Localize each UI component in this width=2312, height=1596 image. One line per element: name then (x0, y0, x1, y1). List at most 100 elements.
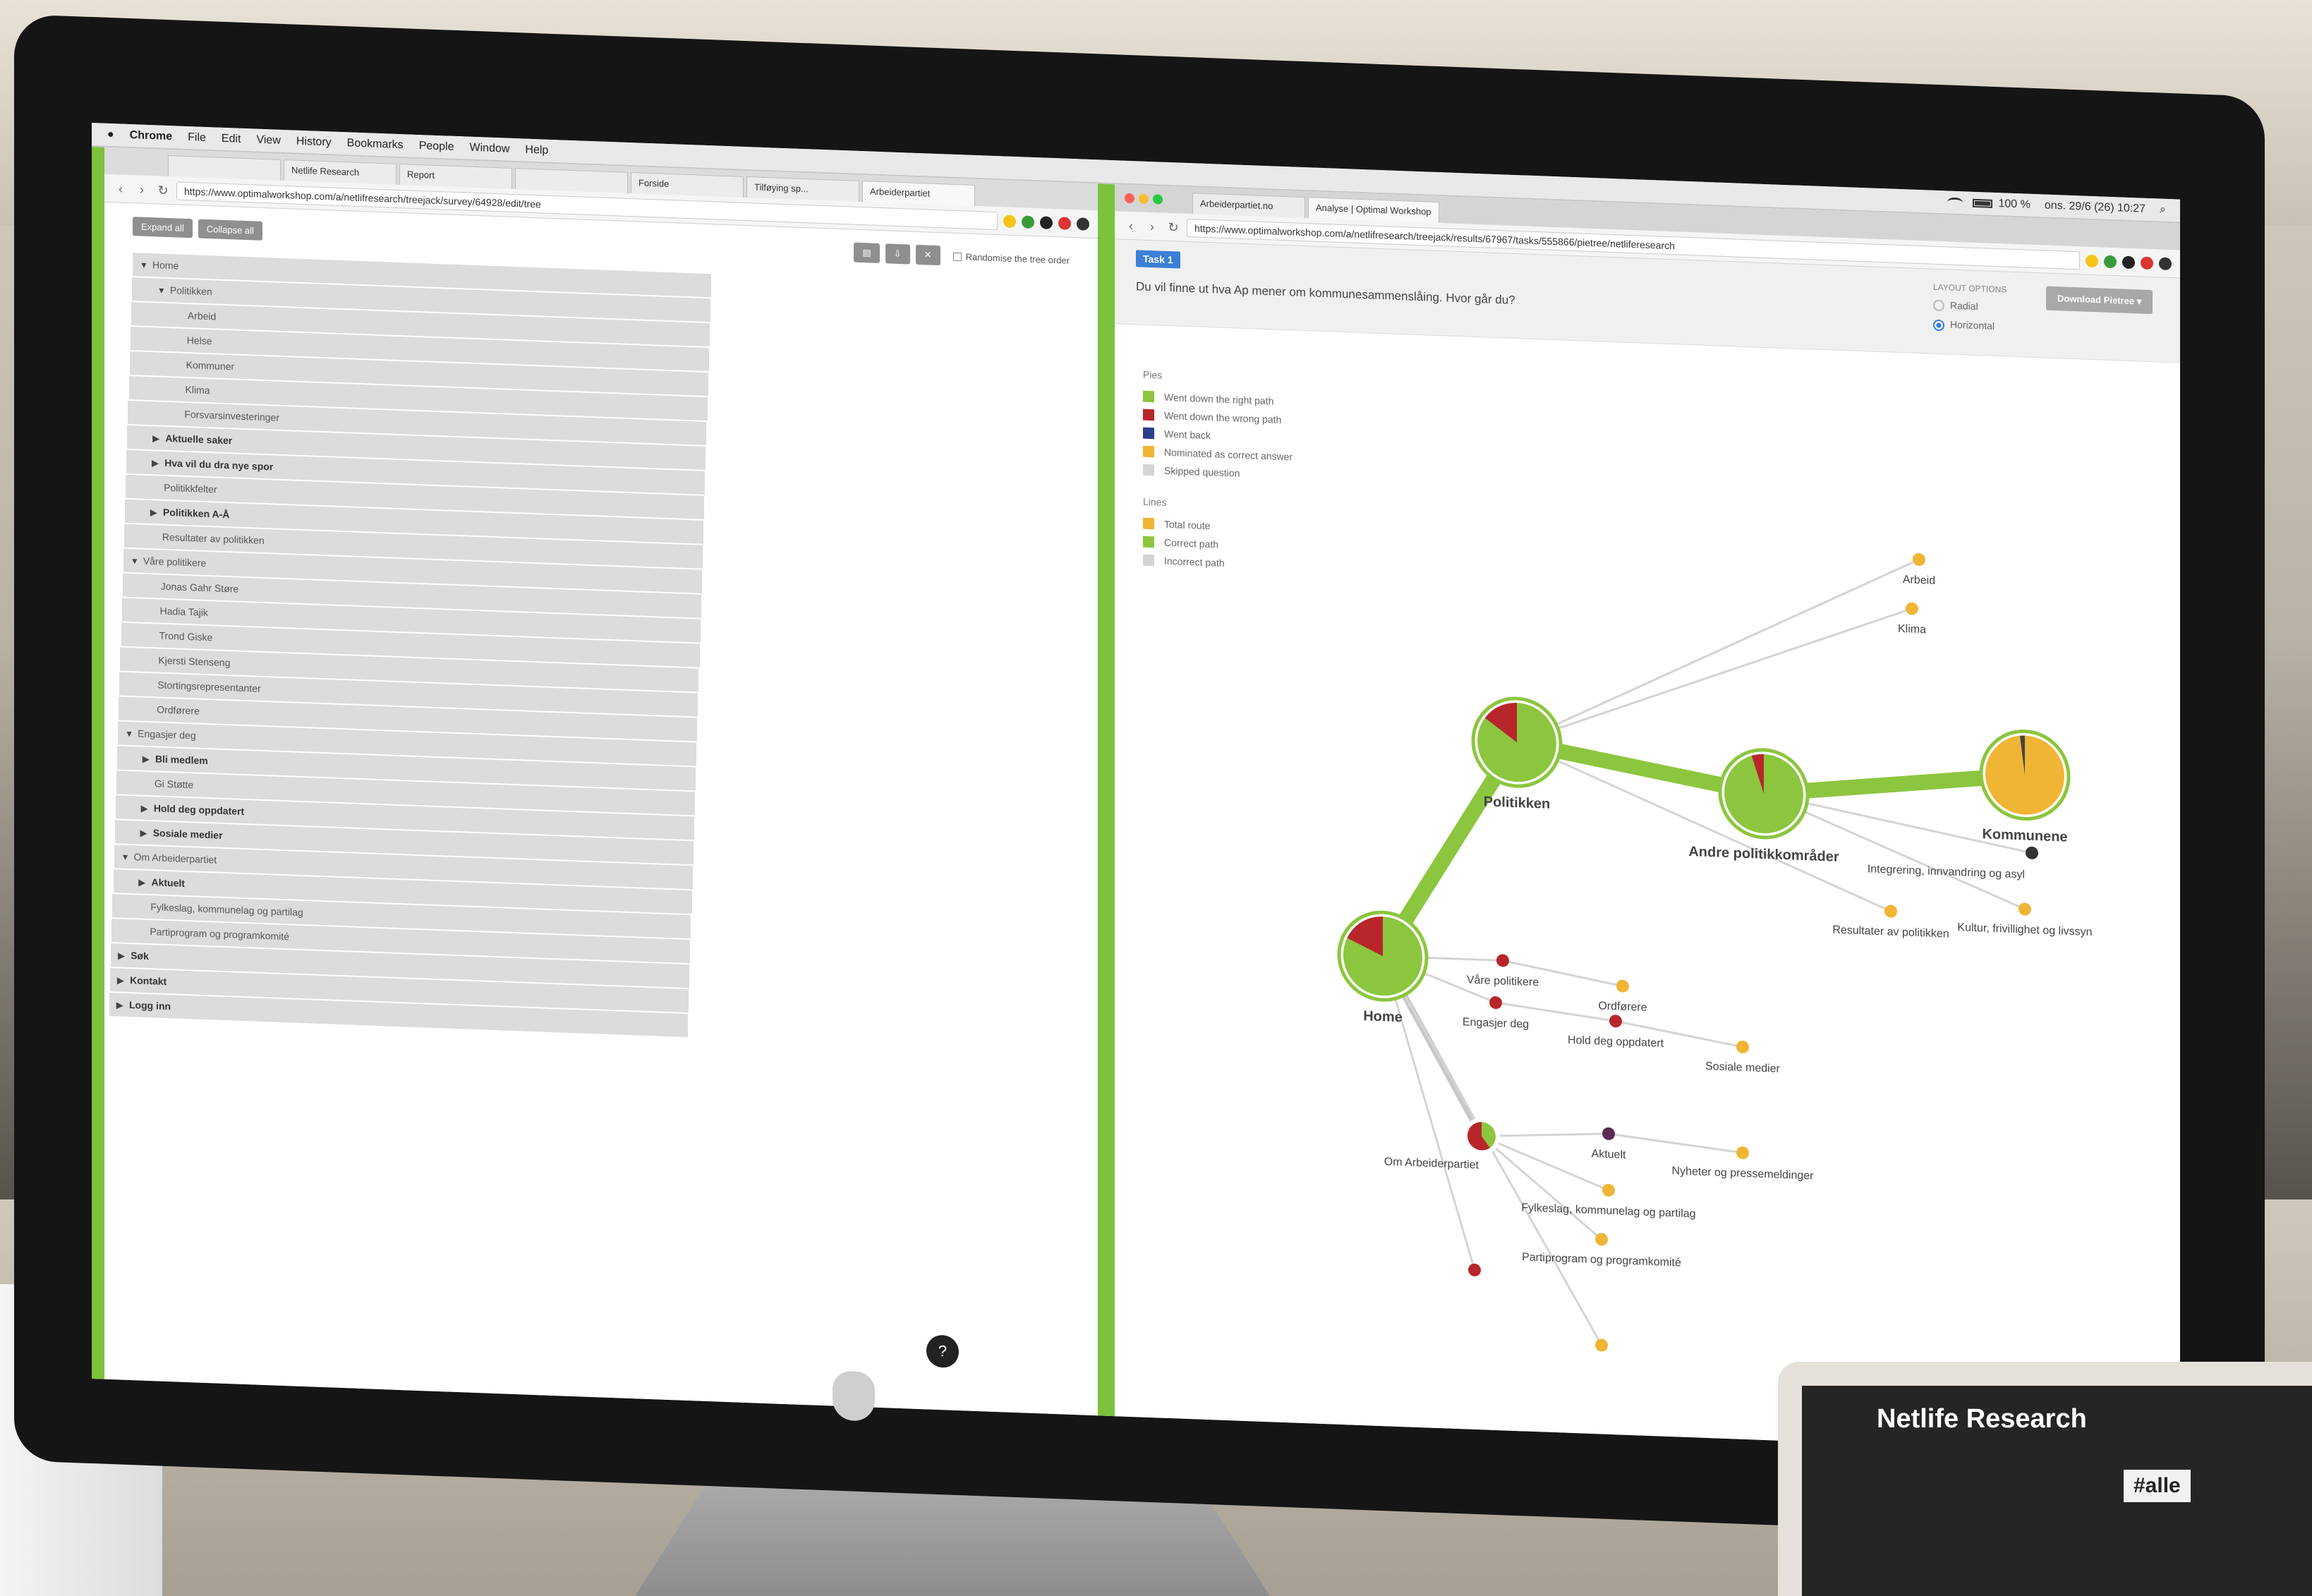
pietree-node-label: Hold deg oppdatert (1568, 1034, 1664, 1050)
browser-tab[interactable] (515, 168, 628, 193)
pietree-dot[interactable] (1468, 1263, 1481, 1277)
pietree-dot[interactable] (1489, 996, 1502, 1010)
pietree-dot[interactable] (1906, 602, 1918, 615)
tree-node-label: Sosiale medier (152, 827, 223, 841)
pietree-dot[interactable] (2026, 846, 2038, 860)
os-menu-item[interactable]: Bookmarks (347, 137, 404, 151)
caret-right-icon[interactable]: ▶ (150, 501, 163, 525)
pietree-dot[interactable] (1602, 1183, 1615, 1197)
os-menu-item[interactable]: Window (470, 142, 510, 155)
browser-tab[interactable]: Report (399, 164, 512, 189)
browser-tab[interactable]: Netlife Research (284, 159, 397, 185)
tree-node-label: Stortingsrepresentanter (157, 679, 261, 694)
tree-node-label: Arbeid (187, 310, 217, 322)
browser-tab[interactable]: Forside (631, 172, 744, 198)
wifi-icon[interactable] (1947, 197, 1963, 208)
tree-node-label: Om Arbeiderpartiet (133, 851, 217, 866)
browser-tab[interactable]: Arbeiderpartiet (862, 181, 975, 206)
caret-right-icon[interactable]: ▶ (118, 944, 131, 968)
pietree-dot[interactable] (1609, 1015, 1622, 1028)
pietree-node-label: Andre politikkområder (1688, 843, 1839, 865)
os-menu-item[interactable]: View (256, 134, 280, 147)
os-menu-item[interactable]: People (419, 140, 454, 153)
search-icon[interactable]: ⌕ (2160, 204, 2166, 217)
pietree-dot[interactable] (1913, 552, 1925, 567)
help-chat-icon[interactable]: ? (926, 1334, 959, 1369)
extension-icon[interactable] (1022, 214, 1034, 229)
back-icon[interactable]: ‹ (113, 181, 128, 197)
reload-icon[interactable]: ↻ (155, 182, 171, 198)
pietree-node-label: Home (1363, 1008, 1403, 1025)
tree-action-button[interactable]: ▤ (854, 242, 880, 263)
left-browser-window: Netlife Research Report Forside Tilføying s… (92, 147, 1115, 1417)
caret-right-icon[interactable]: ▶ (143, 748, 155, 772)
pietree-node-label: Partiprogram og programkomité (1522, 1251, 1681, 1269)
pietree-dot[interactable] (1736, 1146, 1749, 1160)
pietree-edge (1480, 1135, 1603, 1241)
tree-node-label: Engasjer deg (138, 727, 196, 742)
pietree-dot[interactable] (1884, 905, 1897, 918)
star-icon[interactable] (1003, 214, 1016, 228)
caret-right-icon[interactable]: ▶ (116, 993, 129, 1017)
pietree-dot[interactable] (1496, 954, 1509, 967)
apple-menu-icon[interactable]: ● (107, 128, 114, 141)
pietree-node-label: Arbeid (1903, 574, 1935, 587)
caret-right-icon[interactable]: ▶ (117, 969, 130, 993)
collapse-all-button[interactable]: Collapse all (198, 219, 262, 241)
caret-down-icon[interactable]: ▼ (131, 550, 143, 574)
browser-tab[interactable]: Tilføying sp... (746, 176, 859, 202)
caret-right-icon[interactable]: ▶ (152, 427, 165, 451)
extension-icon[interactable] (1058, 216, 1071, 230)
caret-down-icon[interactable]: ▼ (140, 254, 152, 278)
menu-icon[interactable] (1077, 217, 1089, 231)
tree-node-label: Gi Støtte (154, 778, 194, 791)
os-menu-item[interactable]: History (296, 135, 332, 149)
tree-action-button[interactable]: ✕ (915, 244, 940, 266)
tree-node-label: Bli medlem (155, 753, 208, 767)
randomise-checkbox[interactable]: Randomise the tree order (952, 250, 1070, 265)
extension-icon[interactable] (1040, 215, 1053, 229)
pietree-dot[interactable] (1595, 1233, 1608, 1246)
caret-down-icon[interactable]: ▼ (121, 846, 134, 870)
tree-node-label: Hold deg oppdatert (153, 802, 245, 817)
laptop-channel[interactable]: #alle (2124, 1470, 2191, 1502)
expand-all-button[interactable]: Expand all (133, 216, 193, 238)
pietree-dot[interactable] (1595, 1338, 1608, 1352)
laptop-app-title: Netlife Research (1877, 1404, 2087, 1434)
pietree-edge (1607, 1132, 1744, 1154)
browser-tab[interactable] (168, 155, 281, 181)
tree-node-label: Resultater av politikken (162, 531, 265, 547)
tree-editor: ▼ Home ▼ Politikken Arbeid Helse Kommuner Klima… (104, 248, 1098, 1053)
os-menu-item[interactable]: Edit (222, 133, 241, 145)
pietree-edge (1381, 955, 1476, 1271)
pietree-dot[interactable] (2019, 902, 2031, 916)
caret-right-icon[interactable]: ▶ (141, 797, 154, 821)
tree-action-button[interactable]: ⇩ (885, 243, 910, 265)
pietree-edge (1480, 1135, 1610, 1192)
caret-down-icon[interactable]: ▼ (157, 279, 170, 303)
pietree-node-label: Klima (1898, 623, 1926, 636)
os-menu-item[interactable]: Chrome (130, 129, 172, 143)
forward-icon[interactable]: › (134, 181, 150, 198)
battery-icon[interactable] (1973, 198, 1993, 208)
pietree-dot[interactable] (1616, 979, 1629, 993)
tree-node-label: Søk (131, 950, 149, 962)
os-menu-item[interactable]: Help (525, 144, 548, 157)
caret-right-icon[interactable]: ▶ (139, 871, 152, 895)
caret-down-icon[interactable]: ▼ (125, 723, 138, 746)
caret-right-icon[interactable]: ▶ (140, 822, 153, 846)
tree-node-label: Fylkeslag, kommunelag og partilag (150, 901, 303, 919)
pietree-dot[interactable] (1602, 1127, 1615, 1141)
pietree-node-label: Fylkeslag, kommunelag og partilag (1521, 1202, 1695, 1220)
caret-right-icon[interactable]: ▶ (152, 452, 164, 476)
tree-node-label: Klima (185, 383, 210, 397)
tree-node-label: Partiprogram og programkomité (150, 926, 289, 943)
pietree-dot[interactable] (1736, 1040, 1749, 1054)
os-menu-item[interactable]: File (188, 131, 206, 144)
monitor-bezel: ● Chrome File Edit View History Bookmarks Peop… (14, 14, 2265, 1543)
clock[interactable]: ons. 29/6 (26) 10:27 (2045, 200, 2145, 216)
